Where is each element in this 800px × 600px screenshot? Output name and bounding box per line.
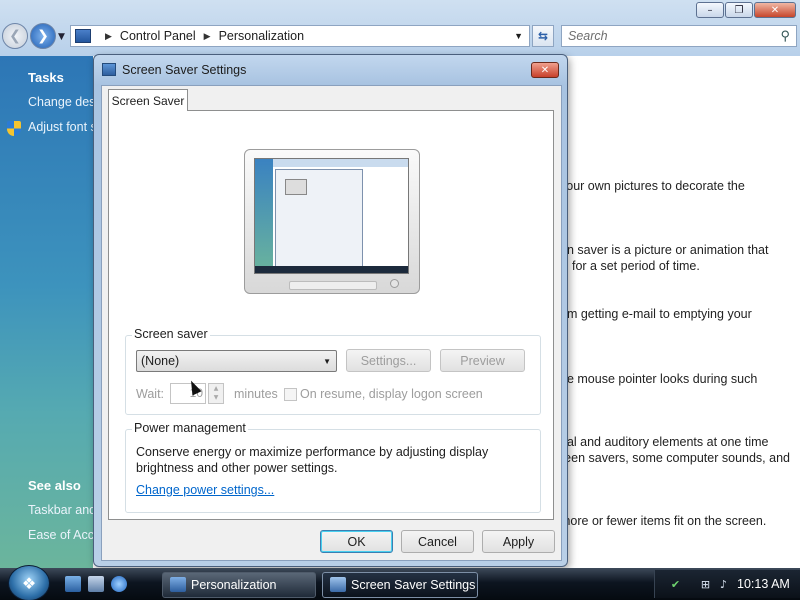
clock[interactable]: 10:13 AM [737,577,790,591]
minimize-button[interactable]: – [696,2,724,18]
breadcrumb-separator: ▶ [203,30,211,41]
content-text: ual and auditory elements at one time [560,435,769,449]
recent-pages-dropdown[interactable]: ▼ [58,32,65,42]
change-power-settings-link[interactable]: Change power settings... [136,483,274,497]
resume-logon-label: On resume, display logon screen [300,387,483,401]
taskbar-item-label: Screen Saver Settings [351,578,476,592]
window-caption-buttons: – ❐ ✕ [696,2,796,18]
taskbar: ❖ Personalization Screen Saver Settings … [0,565,800,600]
address-dropdown-icon[interactable]: ▼ [514,31,523,41]
control-panel-icon [75,29,91,43]
task-link-adjust-font[interactable]: Adjust font s [28,120,93,134]
refresh-icon[interactable]: ⇆ [532,25,554,47]
resume-logon-checkbox[interactable] [284,388,297,401]
minutes-label: minutes [234,387,278,401]
content-text: om getting e-mail to emptying your [560,307,752,321]
search-icon[interactable]: ⚲ [780,28,790,44]
task-pane: Tasks Change desk Adjust font s See also… [0,56,93,568]
show-desktop-icon[interactable] [65,576,81,592]
security-check-icon[interactable]: ✔ [669,578,682,591]
search-placeholder: Search [568,29,608,43]
content-text: for a set period of time. [572,259,700,273]
breadcrumb-personalization[interactable]: Personalization [219,29,304,43]
wait-spinner[interactable]: ▲ ▼ [208,383,224,404]
ok-button[interactable]: OK [320,530,393,553]
personalization-icon [170,577,186,592]
breadcrumb-control-panel[interactable]: Control Panel [120,29,196,43]
content-text: he mouse pointer looks during such [560,372,758,386]
see-also-ease-of-access[interactable]: Ease of Acce [28,528,93,542]
tab-page: Screen saver (None) ▼ Settings... Previe… [108,110,554,520]
preview-toolbar [255,159,408,167]
search-input[interactable]: Search ⚲ [561,25,797,47]
close-window-button[interactable]: ✕ [754,2,796,18]
content-text: more or fewer items fit on the screen. [560,514,767,528]
screen-saver-group: Screen saver (None) ▼ Settings... Previe… [125,327,541,415]
uac-shield-icon [7,121,21,136]
screen-saver-select[interactable]: (None) ▼ [136,350,337,372]
taskbar-item-personalization[interactable]: Personalization [162,572,316,598]
power-description: Conserve energy or maximize performance … [136,445,489,475]
power-management-group: Power management Conserve energy or maxi… [125,421,541,513]
screen-saver-group-label: Screen saver [132,327,210,341]
forward-arrow-icon[interactable]: ❯ [30,23,56,49]
switch-windows-icon[interactable] [88,576,104,592]
apply-button[interactable]: Apply [482,530,555,553]
monitor-base [289,281,377,290]
task-link-change-desktop[interactable]: Change desk [28,95,93,109]
taskbar-item-screen-saver-settings[interactable]: Screen Saver Settings [322,572,478,598]
breadcrumb-separator: ▶ [105,30,112,41]
screen-saver-dialog: Screen Saver Settings ✕ Screen Saver Scr… [93,54,568,567]
see-also-taskbar[interactable]: Taskbar and [28,503,93,517]
dialog-close-button[interactable]: ✕ [531,62,559,78]
content-text: reen savers, some computer sounds, and [560,451,790,465]
internet-explorer-icon[interactable] [111,576,127,592]
chevron-down-icon: ▼ [323,356,331,366]
preview-button[interactable]: Preview [440,349,525,372]
settings-button[interactable]: Settings... [346,349,431,372]
monitor-power-button [390,279,399,288]
content-text: en saver is a picture or animation that [560,243,769,257]
preview-taskpane [255,159,273,273]
volume-icon[interactable]: ♪ [717,578,730,591]
preview-mini-monitor [285,179,307,195]
address-bar[interactable]: ▶ Control Panel ▶ Personalization ▼ [70,25,530,47]
preview-taskbar [255,266,408,273]
dialog-title: Screen Saver Settings [122,63,247,77]
back-arrow-icon[interactable]: ❮ [2,23,28,49]
see-also-heading: See also [28,478,81,493]
maximize-button[interactable]: ❐ [725,2,753,18]
content-text: your own pictures to decorate the [560,179,745,193]
wait-label: Wait: [136,387,165,401]
screen-saver-icon [330,577,346,592]
dialog-body: Screen Saver Screen saver (None) ▼ Setti… [101,85,562,561]
preview-screen [254,158,409,274]
taskbar-item-label: Personalization [191,578,277,592]
notification-area: ✔ ⊞ ♪ 10:13 AM [654,570,800,598]
cancel-button[interactable]: Cancel [401,530,474,553]
tasks-heading: Tasks [28,70,64,85]
screen-saver-selected: (None) [141,354,180,368]
start-button[interactable]: ❖ [8,565,50,600]
screen-saver-icon [102,63,116,76]
tab-screen-saver[interactable]: Screen Saver [108,89,188,111]
network-icon[interactable]: ⊞ [699,578,712,591]
power-management-label: Power management [132,421,248,435]
monitor-preview [244,149,420,294]
explorer-toolbar: – ❐ ✕ ❮ ❯ ▼ ▶ Control Panel ▶ Personaliz… [0,0,800,56]
